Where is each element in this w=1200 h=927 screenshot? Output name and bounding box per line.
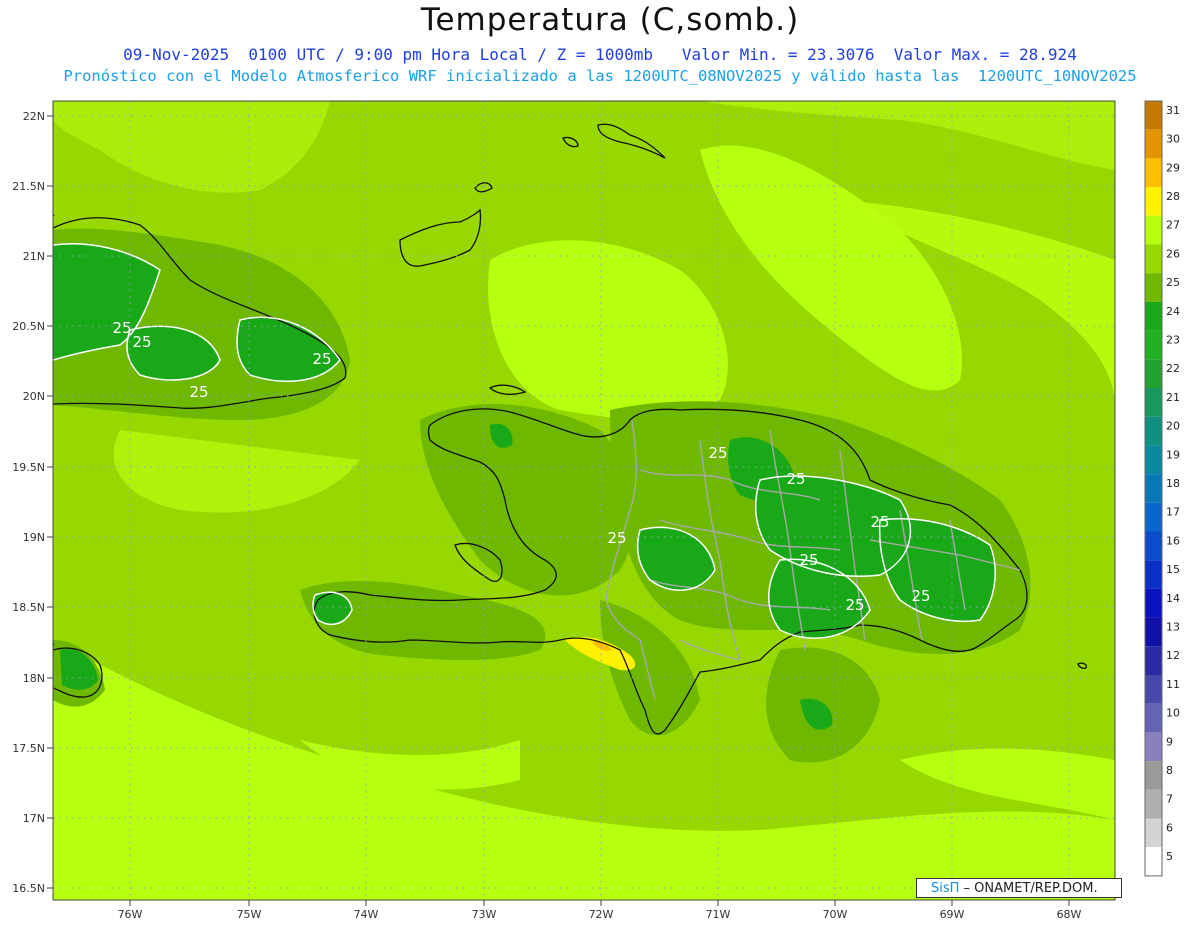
- legend-swatch: [1145, 273, 1162, 302]
- latitude-axis: 22N 21.5N 21N 20.5N 20N 19.5N 19N 18.5N 18N 17.5N…: [12, 110, 53, 895]
- legend-swatch: [1145, 359, 1162, 388]
- legend-swatch: [1145, 388, 1162, 417]
- lon-tick-label: 76W: [118, 908, 143, 921]
- contour-label: 25: [112, 319, 131, 337]
- legend-swatch: [1145, 187, 1162, 216]
- legend-swatch: [1145, 531, 1162, 561]
- contour-label: 25: [312, 350, 331, 368]
- legend-value: 5: [1166, 850, 1173, 863]
- temperature-map: 22N 21.5N 21N 20.5N 20N 19.5N 19N 18.5N 18N 17.5N…: [12, 100, 1180, 921]
- legend-swatch: [1145, 847, 1162, 876]
- legend-value: 18: [1166, 477, 1180, 490]
- legend-swatch: [1145, 330, 1162, 360]
- legend-value: 9: [1166, 735, 1173, 748]
- legend-swatch: [1145, 416, 1162, 446]
- legend-value: 28: [1166, 190, 1180, 203]
- legend-value: 23: [1166, 334, 1180, 347]
- lon-tick-label: 74W: [354, 908, 379, 921]
- legend-value: 8: [1166, 764, 1173, 777]
- sispi-brand: SisΠ: [931, 881, 960, 896]
- legend-value: 27: [1166, 219, 1180, 232]
- lon-tick-label: 71W: [706, 908, 731, 921]
- legend-value: 10: [1166, 707, 1180, 720]
- legend-swatch: [1145, 703, 1162, 733]
- legend-value: 31: [1166, 104, 1180, 117]
- legend-value: 24: [1166, 305, 1180, 318]
- contour-label: 25: [870, 513, 889, 531]
- contour-label: 25: [911, 587, 930, 605]
- lat-tick-label: 22N: [23, 110, 45, 123]
- contour-label: 25: [708, 444, 727, 462]
- legend-value: 12: [1166, 649, 1180, 662]
- legend-value: 14: [1166, 592, 1180, 605]
- color-legend: 31 30 29 28 27 26 25 24 23 22 21 20 19 18 17 16 15 14 13 12…: [1144, 100, 1180, 877]
- legend-swatch: [1145, 818, 1162, 848]
- legend-value: 17: [1166, 506, 1180, 519]
- legend-value: 30: [1166, 133, 1180, 146]
- legend-swatch: [1145, 129, 1162, 159]
- legend-swatch: [1145, 646, 1162, 675]
- legend-swatch: [1145, 215, 1162, 245]
- longitude-axis: 76W 75W 74W 73W 72W 71W 70W 69W 68W: [118, 900, 1082, 921]
- legend-swatch: [1145, 445, 1162, 475]
- legend-swatch: [1145, 560, 1162, 589]
- lat-tick-label: 20N: [23, 390, 45, 403]
- lon-tick-label: 73W: [472, 908, 497, 921]
- lon-tick-label: 70W: [823, 908, 848, 921]
- legend-swatch: [1145, 761, 1162, 790]
- legend-value: 22: [1166, 362, 1180, 375]
- legend-value: 15: [1166, 563, 1180, 576]
- shaded-field: [53, 101, 1115, 900]
- legend-value: 29: [1166, 161, 1180, 174]
- contour-label: 25: [189, 383, 208, 401]
- credit-text: – ONAMET/REP.DOM.: [959, 881, 1098, 896]
- lat-tick-label: 18.5N: [12, 601, 45, 614]
- legend-value: 25: [1166, 276, 1180, 289]
- legend-value: 13: [1166, 621, 1180, 634]
- legend-value: 26: [1166, 247, 1180, 260]
- legend-value: 6: [1166, 821, 1173, 834]
- lat-tick-label: 18N: [23, 672, 45, 685]
- legend-value: 16: [1166, 534, 1180, 547]
- contour-label: 25: [799, 551, 818, 569]
- legend-swatch: [1145, 101, 1162, 130]
- legend-swatch: [1145, 675, 1162, 704]
- legend-value: 21: [1166, 391, 1180, 404]
- lat-tick-label: 19N: [23, 531, 45, 544]
- credit-box: SisΠ – ONAMET/REP.DOM.: [916, 878, 1122, 898]
- legend-value: 20: [1166, 420, 1180, 433]
- lat-tick-label: 20.5N: [12, 320, 45, 333]
- lat-tick-label: 17N: [23, 812, 45, 825]
- lon-tick-label: 69W: [940, 908, 965, 921]
- contour-label: 25: [845, 596, 864, 614]
- legend-swatch: [1145, 588, 1162, 618]
- legend-swatch: [1145, 732, 1162, 762]
- lat-tick-label: 21.5N: [12, 180, 45, 193]
- legend-swatch: [1145, 244, 1162, 274]
- legend-swatch: [1145, 789, 1162, 819]
- lon-tick-label: 72W: [589, 908, 614, 921]
- lon-tick-label: 68W: [1057, 908, 1082, 921]
- legend-swatch: [1145, 617, 1162, 647]
- lat-tick-label: 16.5N: [12, 882, 45, 895]
- lon-tick-label: 75W: [237, 908, 262, 921]
- legend-value: 11: [1166, 678, 1180, 691]
- legend-swatch: [1145, 502, 1162, 532]
- legend-swatch: [1145, 474, 1162, 503]
- lat-tick-label: 17.5N: [12, 742, 45, 755]
- lat-tick-label: 21N: [23, 250, 45, 263]
- lat-tick-label: 19.5N: [12, 461, 45, 474]
- legend-swatch: [1145, 301, 1162, 331]
- legend-value: 7: [1166, 793, 1173, 806]
- contour-label: 25: [132, 333, 151, 351]
- legend-value: 19: [1166, 448, 1180, 461]
- legend-swatch: [1145, 158, 1162, 188]
- contour-label: 25: [786, 470, 805, 488]
- contour-label: 25: [607, 529, 626, 547]
